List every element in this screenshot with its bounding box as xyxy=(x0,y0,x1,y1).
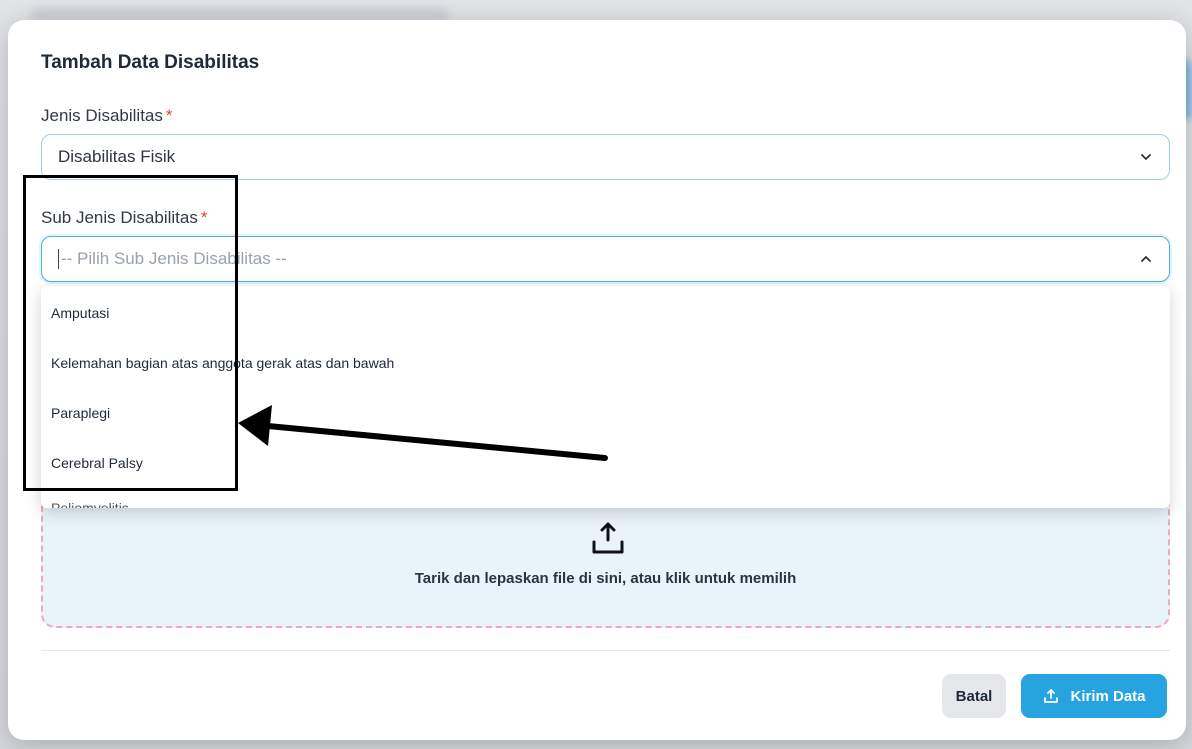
dropdown-option[interactable]: Paraplegi xyxy=(41,388,1170,438)
text-cursor xyxy=(58,249,59,269)
jenis-disabilitas-label: Jenis Disabilitas * xyxy=(41,106,173,126)
jenis-disabilitas-select[interactable]: Disabilitas Fisik xyxy=(41,134,1170,180)
dropdown-option[interactable]: Amputasi xyxy=(41,288,1170,338)
required-mark: * xyxy=(165,106,173,125)
dropdown-option[interactable]: Kelemahan bagian atas anggota gerak atas… xyxy=(41,338,1170,388)
dropdown-option[interactable]: Cerebral Palsy xyxy=(41,438,1170,488)
sub-jenis-dropdown-list: Amputasi Kelemahan bagian atas anggota g… xyxy=(41,286,1170,508)
upload-icon xyxy=(592,522,624,554)
sub-jenis-label-text: Sub Jenis Disabilitas xyxy=(41,208,198,227)
submit-button[interactable]: Kirim Data xyxy=(1021,674,1167,718)
add-disability-modal: Tambah Data Disabilitas Jenis Disabilita… xyxy=(8,20,1186,740)
jenis-label-text: Jenis Disabilitas xyxy=(41,106,163,125)
required-mark: * xyxy=(200,208,208,227)
sub-jenis-placeholder: -- Pilih Sub Jenis Disabilitas -- xyxy=(61,249,287,268)
upload-icon xyxy=(1044,689,1059,703)
cancel-button-label: Batal xyxy=(955,687,993,705)
sub-jenis-disabilitas-label: Sub Jenis Disabilitas * xyxy=(41,208,207,228)
dropzone-text: Tarik dan lepaskan file di sini, atau kl… xyxy=(414,570,797,587)
jenis-selected-value: Disabilitas Fisik xyxy=(58,147,176,166)
dropdown-option[interactable]: Poliomyelitis xyxy=(41,488,1170,508)
chevron-up-icon xyxy=(1141,256,1151,262)
modal-title: Tambah Data Disabilitas xyxy=(41,52,260,73)
cancel-button[interactable]: Batal xyxy=(942,674,1006,718)
submit-button-label: Kirim Data xyxy=(1070,687,1146,705)
chevron-down-icon xyxy=(1141,154,1151,160)
footer-divider xyxy=(41,650,1170,651)
sub-jenis-disabilitas-select[interactable]: -- Pilih Sub Jenis Disabilitas -- xyxy=(41,236,1170,282)
